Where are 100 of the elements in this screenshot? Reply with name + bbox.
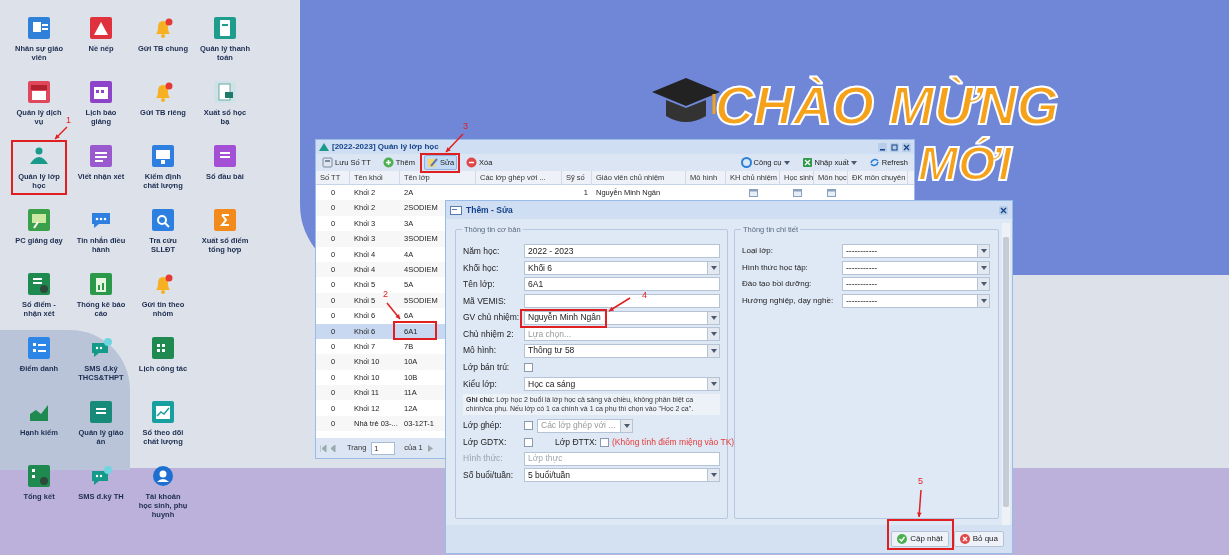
minus-icon: [466, 157, 478, 168]
field-label: Hướng nghiệp, dạy nghề:: [742, 295, 835, 308]
field-label: GV chủ nhiệm:: [463, 311, 521, 325]
field-label: Kiểu lớp:: [463, 377, 498, 391]
form-icon: [450, 205, 462, 215]
caret-icon: [783, 160, 790, 165]
next-page-icon[interactable]: [427, 444, 433, 452]
close-icon: [959, 534, 970, 544]
checkbox[interactable]: [524, 437, 533, 447]
list-icon[interactable]: [89, 144, 113, 168]
field-label: Đào tạo bồi dưỡng:: [742, 278, 813, 291]
field-label: Lớp GDTX:: [463, 435, 508, 449]
arrow: [386, 302, 401, 320]
calendar-icon[interactable]: [89, 80, 113, 104]
sigma-icon[interactable]: [213, 208, 237, 232]
dropdown-field[interactable]: -----------: [842, 277, 990, 292]
checkbox[interactable]: [524, 362, 533, 372]
cancel-button[interactable]: Bỏ qua: [953, 531, 1004, 547]
field-label: Hình thức:: [463, 452, 504, 466]
check-icon: [897, 534, 908, 544]
window-icon[interactable]: [792, 188, 802, 197]
gradebook-icon[interactable]: [27, 272, 51, 296]
dropdown-field[interactable]: -----------: [842, 244, 990, 259]
close-icon[interactable]: [902, 142, 911, 152]
document-icon[interactable]: [213, 80, 237, 104]
caret-icon: [980, 265, 987, 270]
checkbox[interactable]: [599, 437, 609, 447]
board-icon[interactable]: [27, 208, 51, 232]
refresh-icon: [868, 157, 880, 168]
step-number: 2: [383, 290, 388, 299]
search-icon[interactable]: [151, 208, 175, 232]
arrow: [916, 489, 922, 518]
arrow: [608, 297, 631, 312]
caret-icon: [710, 265, 717, 270]
checklist-icon[interactable]: [27, 336, 51, 360]
dropdown-field[interactable]: -----------: [842, 294, 990, 309]
warning-text: (Không tính điểm miệng vào TK): [611, 435, 735, 449]
document-icon[interactable]: [89, 400, 113, 424]
spreadsheet-icon: [801, 157, 813, 168]
caret-icon: [980, 249, 987, 254]
clipboard-icon[interactable]: [89, 272, 113, 296]
highlight-frame: [420, 153, 460, 173]
dropdown-field[interactable]: Học ca sáng: [524, 377, 720, 392]
scrollbar[interactable]: [1002, 223, 1010, 525]
field-label: Mô hình:: [463, 344, 498, 358]
field-label: Chủ nhiệm 2:: [463, 327, 515, 341]
dropdown-field[interactable]: Khối 6: [524, 260, 720, 275]
chat-icon[interactable]: [89, 464, 113, 488]
minimize-icon[interactable]: [878, 142, 887, 152]
first-page-icon[interactable]: [320, 444, 336, 452]
window-icon[interactable]: [748, 188, 758, 197]
step-number: 1: [66, 116, 71, 125]
plus-icon: [382, 157, 394, 168]
phone-icon[interactable]: [213, 16, 237, 40]
calendar-icon[interactable]: [151, 336, 175, 360]
caret-icon: [623, 423, 630, 428]
field-label: Loại lớp:: [742, 245, 775, 258]
warning-icon[interactable]: [89, 16, 113, 40]
field-label: Lớp ghép:: [463, 419, 503, 432]
book-icon[interactable]: [213, 144, 237, 168]
welcome-title: CHÀO MỪNG: [715, 78, 1059, 132]
dropdown-field[interactable]: 5 buổi/tuần: [524, 468, 720, 483]
chat-icon[interactable]: [89, 336, 113, 360]
field-label: Năm học:: [463, 244, 501, 258]
field-label: Mã VEMIS:: [463, 294, 507, 308]
dropdown-field[interactable]: Nguyễn Minh Ngân: [524, 310, 720, 325]
checkbox[interactable]: [524, 421, 533, 431]
window-icon[interactable]: [826, 188, 836, 197]
highlight-frame: [393, 321, 437, 340]
dialog-title: Thêm - Sửa: [466, 203, 513, 217]
field-label: Tên lớp:: [463, 278, 496, 291]
save-icon: [322, 157, 333, 168]
field-label: Hình thức học tập:: [742, 261, 809, 274]
close-icon[interactable]: [999, 205, 1008, 215]
shop-icon[interactable]: [27, 80, 51, 104]
monitor-icon[interactable]: [151, 144, 175, 168]
input-field[interactable]: 6A1: [524, 277, 720, 292]
app-icon: [319, 143, 329, 151]
input-field[interactable]: 2022 - 2023: [524, 244, 720, 259]
highlight-frame: [887, 519, 954, 550]
id-card-icon[interactable]: [27, 16, 51, 40]
update-button[interactable]: Cập nhật: [891, 531, 949, 547]
field-label: Lớp bán trú:: [463, 361, 511, 374]
gradebook-icon[interactable]: [27, 464, 51, 488]
step-number: 3: [463, 122, 468, 131]
maximize-icon[interactable]: [890, 142, 899, 152]
caret-icon: [710, 382, 717, 387]
step-number: 5: [918, 477, 923, 486]
dropdown-field[interactable]: -----------: [842, 260, 990, 275]
step-number: 4: [642, 291, 647, 300]
input-field[interactable]: [524, 294, 720, 309]
caret-icon: [850, 160, 857, 165]
chart-icon[interactable]: [151, 400, 175, 424]
user-icon[interactable]: [151, 464, 175, 488]
arrow: [54, 126, 68, 140]
field-label: Số buổi/tuần:: [463, 469, 515, 482]
field-label: Lớp ĐTTX:: [555, 435, 597, 449]
arrow: [445, 133, 464, 153]
caret-icon: [710, 315, 717, 320]
dropdown-field[interactable]: Thông tư 58: [524, 343, 720, 358]
